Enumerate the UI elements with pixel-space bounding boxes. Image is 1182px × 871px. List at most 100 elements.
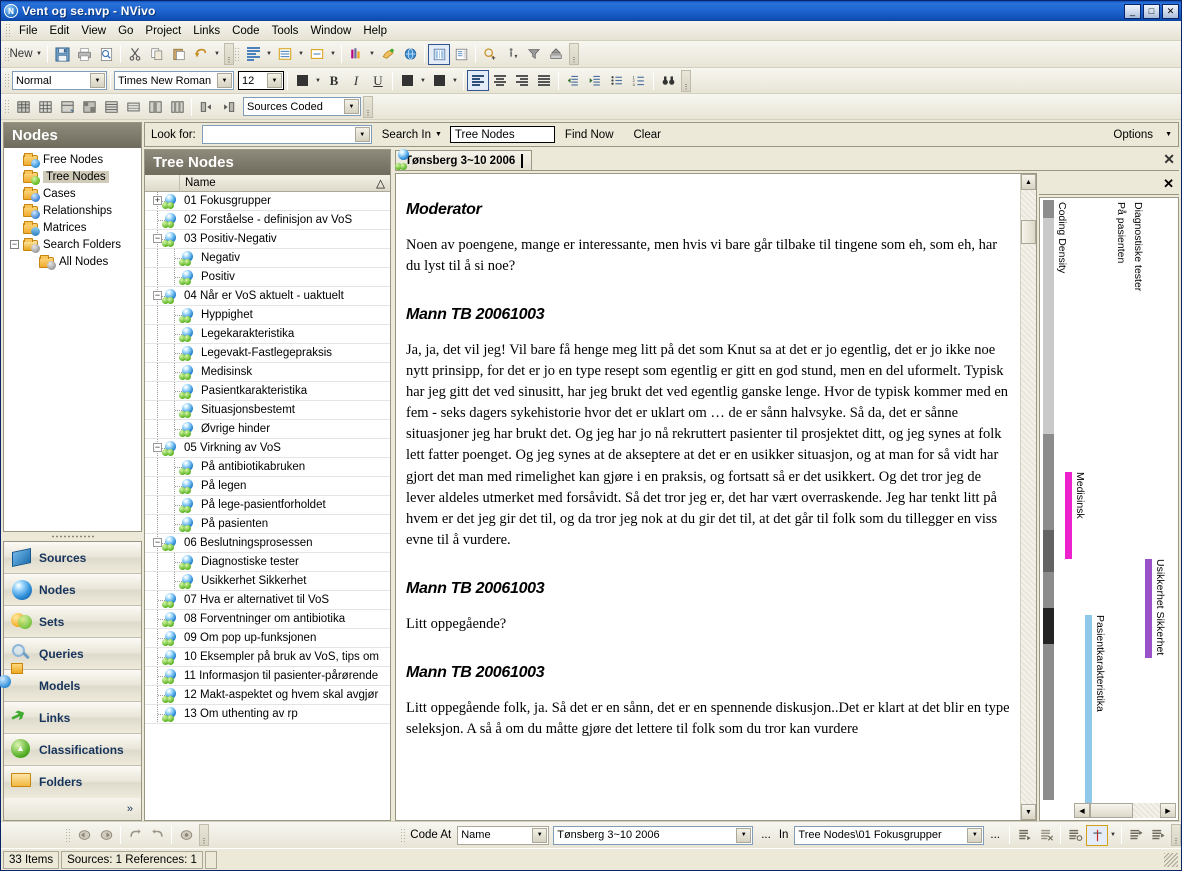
decrease-indent-icon[interactable] <box>562 70 584 91</box>
bullet-list-icon[interactable] <box>606 70 628 91</box>
table-row[interactable]: 12 Makt-aspektet og hvem skal avgjør <box>145 686 390 705</box>
menu-window[interactable]: Window <box>304 23 357 39</box>
delete-column-icon[interactable] <box>195 96 217 117</box>
open-linked-icon[interactable] <box>175 825 197 846</box>
increase-indent-icon[interactable] <box>584 70 606 91</box>
table-row[interactable]: På lege-pasientforholdet <box>145 496 390 515</box>
menu-links[interactable]: Links <box>187 23 226 39</box>
find-icon[interactable] <box>479 44 501 65</box>
table-grid-icon[interactable] <box>34 96 56 117</box>
document-tab[interactable]: Tønsberg 3~10 2006 <box>395 149 533 170</box>
highlight-icon[interactable] <box>274 44 296 65</box>
table-row[interactable]: − 06 Beslutningsprosessen <box>145 534 390 553</box>
search-in-value-field[interactable]: Tree Nodes <box>449 126 555 143</box>
code-at-value-select[interactable]: Tønsberg 3~10 2006 ▼ <box>553 825 754 845</box>
properties-icon[interactable] <box>242 44 264 65</box>
next-coding-icon[interactable] <box>146 825 168 846</box>
coding-density-icon[interactable] <box>428 43 450 65</box>
nav-button-queries[interactable]: Queries <box>4 638 141 670</box>
collapse-toggle[interactable]: − <box>153 538 162 547</box>
scroll-right-arrow[interactable]: ▶ <box>1160 803 1176 818</box>
options-dropdown-arrow[interactable]: ▼ <box>1165 131 1172 138</box>
table-row[interactable]: 07 Hva er alternativet til VoS <box>145 591 390 610</box>
nav-tree-item-relationships[interactable]: Relationships <box>6 202 141 219</box>
scroll-left-arrow[interactable]: ◀ <box>1074 803 1090 818</box>
document-text[interactable]: Moderator Noen av poengene, mange er inte… <box>396 174 1020 820</box>
table-row[interactable]: På legen <box>145 477 390 496</box>
close-icon[interactable]: ✕ <box>1163 151 1175 168</box>
table-row[interactable]: 02 Forståelse - definisjon av VoS <box>145 211 390 230</box>
delete-row-icon[interactable] <box>217 96 239 117</box>
table-row[interactable]: Pasientkarakteristika <box>145 382 390 401</box>
font-color-dropdown-arrow[interactable]: ▼ <box>313 78 323 84</box>
nav-button-folders[interactable]: Folders <box>4 766 141 798</box>
menu-grip[interactable] <box>5 23 10 38</box>
nav-tree-item-matrices[interactable]: Matrices <box>6 219 141 236</box>
previous-coding-icon[interactable] <box>124 825 146 846</box>
toolbar-overflow-nav[interactable]: ⋮ <box>199 824 209 846</box>
bold-button[interactable]: B <box>323 70 345 91</box>
italic-button[interactable]: I <box>345 70 367 91</box>
sources-coded-select[interactable]: Sources Coded ▼ <box>243 97 361 116</box>
table-row[interactable]: På antibiotikabruken <box>145 458 390 477</box>
table-row[interactable]: 10 Eksempler på bruk av VoS, tips om <box>145 648 390 667</box>
new-dropdown-arrow[interactable]: ▼ <box>34 51 44 57</box>
undo-icon[interactable] <box>190 44 212 65</box>
menu-view[interactable]: View <box>75 23 112 39</box>
table-row[interactable]: +01 Fokusgrupper <box>145 192 390 211</box>
table-row[interactable]: − 04 Når er VoS aktuelt - uaktuelt <box>145 287 390 306</box>
justify-icon[interactable] <box>533 70 555 91</box>
filter-icon[interactable] <box>523 44 545 65</box>
weblink-icon[interactable] <box>399 44 421 65</box>
copy-icon[interactable] <box>146 44 168 65</box>
split-cells-icon[interactable] <box>100 96 122 117</box>
scroll-thumb[interactable] <box>1021 220 1036 244</box>
scroll-track[interactable] <box>1021 190 1036 804</box>
broad-coding-dropdown-arrow[interactable]: ▼ <box>328 51 338 57</box>
cut-icon[interactable] <box>124 44 146 65</box>
menu-go[interactable]: Go <box>112 23 139 39</box>
toolbar-grip-formatting[interactable] <box>4 73 9 88</box>
insert-table-icon[interactable] <box>12 96 34 117</box>
find-now-button[interactable]: Find Now <box>565 129 614 141</box>
nav-tree-item-free-nodes[interactable]: Free Nodes <box>6 151 141 168</box>
table-row[interactable]: 13 Om uthenting av rp <box>145 705 390 724</box>
collapse-toggle[interactable]: − <box>153 234 162 243</box>
toolbar-grip-code[interactable] <box>400 827 406 843</box>
table-row[interactable]: Positiv <box>145 268 390 287</box>
text-color-icon[interactable] <box>396 70 418 91</box>
nav-button-models[interactable]: Models <box>0 662 141 702</box>
align-left-icon[interactable] <box>467 70 489 91</box>
table-row[interactable]: Hyppighet <box>145 306 390 325</box>
search-in-dropdown-arrow[interactable]: ▼ <box>435 131 442 138</box>
close-icon[interactable]: ✕ <box>1163 176 1174 192</box>
chevron-down-icon[interactable]: ▼ <box>217 73 232 88</box>
paint-format-icon[interactable] <box>377 44 399 65</box>
nav-button-links[interactable]: Links <box>4 702 141 734</box>
nav-tree-item-cases[interactable]: Cases <box>6 185 141 202</box>
coding-stripe[interactable] <box>1065 471 1072 559</box>
print-preview-icon[interactable] <box>95 44 117 65</box>
merge-cells-icon[interactable] <box>78 96 100 117</box>
code-range-dropdown-arrow[interactable]: ▼ <box>1108 832 1118 838</box>
scroll-track[interactable] <box>1090 803 1160 818</box>
highlight-color-icon[interactable] <box>428 70 450 91</box>
toolbar-overflow-coding[interactable]: ⋮ <box>569 43 579 65</box>
align-center-icon[interactable] <box>489 70 511 91</box>
code-in-browse-button[interactable]: ... <box>990 829 1000 841</box>
style-select[interactable]: Normal ▼ <box>12 71 107 90</box>
table-autoformat-icon[interactable] <box>56 96 78 117</box>
back-icon[interactable] <box>73 825 95 846</box>
nav-tree-item-tree-nodes[interactable]: Tree Nodes <box>6 168 141 185</box>
toolbar-grip-standard[interactable] <box>4 46 9 62</box>
chevron-down-icon[interactable]: ▼ <box>736 827 752 843</box>
table-row[interactable]: 09 Om pop up-funksjonen <box>145 629 390 648</box>
highlight-color-dropdown-arrow[interactable]: ▼ <box>450 78 460 84</box>
nav-button-sources[interactable]: Sources <box>4 542 141 574</box>
code-at-name-select[interactable]: Name ▼ <box>457 825 550 845</box>
minimize-button[interactable]: _ <box>1124 3 1141 19</box>
chevron-down-icon[interactable]: ▼ <box>532 827 548 843</box>
chevron-down-icon[interactable]: ▼ <box>354 127 370 142</box>
save-icon[interactable] <box>51 44 73 65</box>
font-color-icon[interactable] <box>291 70 313 91</box>
